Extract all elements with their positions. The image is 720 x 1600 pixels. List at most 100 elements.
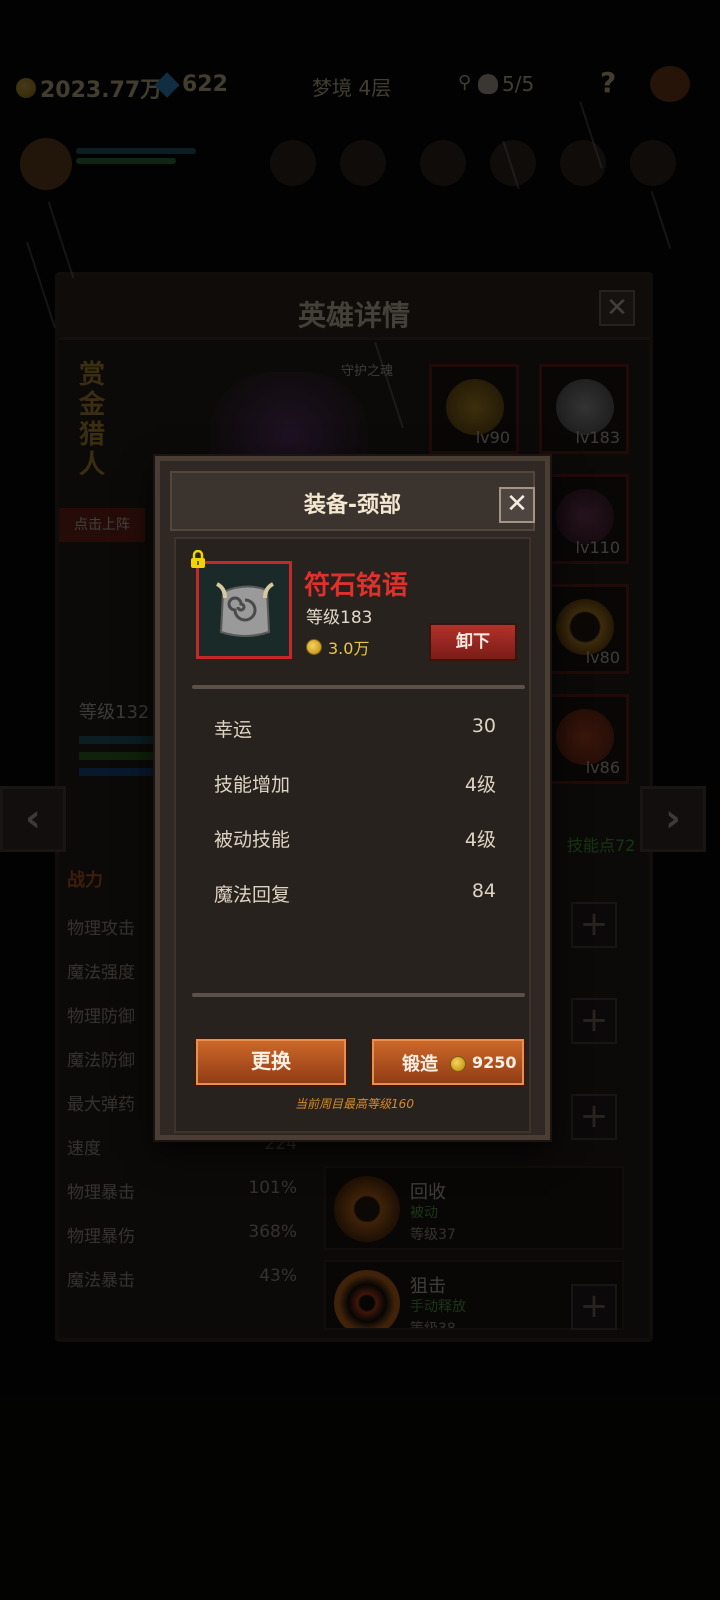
skill-level: 等级37 [410,1227,456,1243]
skill-add-button[interactable]: + [571,1284,617,1330]
forge-label: 锻造 [402,1054,438,1075]
shield-icon[interactable] [490,140,536,186]
skill-name: 狙击 [410,1276,446,1297]
skill-card-recycle[interactable]: 回收 被动 等级37 [324,1166,624,1250]
stat-name: 最大弹药 [67,1095,135,1115]
modal-header: 装备-颈部 ✕ [170,471,535,531]
attribute-row: 被动技能 4级 [214,825,496,855]
menu-icon[interactable] [650,66,690,102]
stat-name: 魔法暴击 [67,1271,135,1291]
gear-icon [334,1176,400,1242]
rain-streak [650,191,672,249]
stat-name: 魔法强度 [67,963,135,983]
stat-name: 速度 [67,1139,101,1159]
equip-slot-feet[interactable]: lv110 [539,474,629,564]
forge-cost: 9250 [472,1053,517,1072]
skull-icon [478,74,498,94]
attribute-name: 技能增加 [214,774,291,796]
swirl-icon[interactable] [340,140,386,186]
hero-detail-header: 英雄详情 ✕ [59,276,649,340]
rain-streak [47,201,75,279]
stat-name: 魔法防御 [67,1051,135,1071]
skill-add-button[interactable]: + [571,998,617,1044]
lock-icon [191,550,205,568]
item-price: 3.0万 [306,635,369,659]
feather-icon[interactable] [270,140,316,186]
equip-slot-ring[interactable]: lv80 [539,584,629,674]
skill-level: 等级38 [410,1321,456,1330]
equip-slot-head[interactable]: lv90 [429,364,519,454]
item-level: 等级183 [306,608,373,628]
skill-name: 回收 [410,1182,446,1203]
stat-name: 物理暴伤 [67,1227,135,1247]
equip-slot-level: lv183 [575,428,620,447]
modal-title: 装备-颈部 [303,493,402,518]
item-icon-frame[interactable] [196,561,292,659]
stat-row: 速度 224 [67,1134,297,1178]
hero-stat-bars [79,736,159,784]
attribute-name: 魔法回复 [214,884,291,906]
attribute-value: 30 [471,715,496,737]
stat-name: 物理防御 [67,1007,135,1027]
equip-slot-level: lv86 [585,758,620,777]
stat-name: 物理暴击 [67,1183,135,1203]
attribute-value: 4级 [464,829,496,851]
skill-add-button[interactable]: + [571,1094,617,1140]
hero-detail-title: 英雄详情 [297,299,410,332]
unequip-button[interactable]: 卸下 [429,623,517,661]
attribute-name: 幸运 [214,719,253,741]
skull-counter: 5/5 [478,72,534,96]
item-name: 符石铭语 [304,571,409,601]
skull-count: 5/5 [502,72,535,96]
divider [192,685,525,689]
max-level-note: 当前周目最高等级160 [295,1097,414,1111]
gold-amount: 2023.77万 [40,78,163,103]
equip-slot-shield[interactable]: lv86 [539,694,629,784]
skill-add-button[interactable]: + [571,902,617,948]
hero-detail-close-button[interactable]: ✕ [599,290,635,326]
dream-level: 梦境 4层 [312,76,392,100]
gem-amount: 622 [182,72,228,97]
equipment-modal: 装备-颈部 ✕ 符石铭语 等级183 3.0万 卸下 幸运 30 技能增加 4级… [155,456,550,1140]
deploy-button[interactable]: 点击上阵 [59,508,145,542]
rune-stone-icon [556,379,614,435]
replace-button[interactable]: 更换 [194,1037,348,1087]
gold-coin-icon [306,639,322,655]
attribute-value: 84 [471,880,496,902]
gold-coin-icon [16,78,36,98]
hero-level: 等级132 [79,702,150,723]
scroll-icon[interactable] [630,140,676,186]
bag-icon[interactable] [420,140,466,186]
stat-value: 368% [248,1222,297,1242]
modal-close-button[interactable]: ✕ [499,487,535,523]
stat-row: 物理暴伤 368% [67,1222,297,1266]
stat-row: 物理暴击 101% [67,1178,297,1222]
divider [192,993,525,997]
attribute-value: 4级 [464,774,496,796]
ring-icon [556,599,614,655]
help-icon[interactable]: ? [600,66,616,99]
hero-status-bars [76,148,206,168]
equip-slot-neck[interactable]: lv183 [539,364,629,454]
stat-row: 魔法暴击 43% [67,1266,297,1310]
modal-body: 符石铭语 等级183 3.0万 卸下 幸运 30 技能增加 4级 被动技能 4级… [174,537,531,1133]
prev-hero-button[interactable]: ‹ [0,786,66,852]
equip-slot-level: lv80 [585,648,620,667]
gem-icon [154,71,180,98]
boot-icon [556,489,614,545]
skill-type: 被动 [410,1205,438,1221]
helmet-icon [446,379,504,435]
skill-points: 技能点72 [567,836,636,855]
stat-value: 101% [248,1178,297,1198]
stat-name: 物理攻击 [67,919,135,939]
hero-name: 赏金猎人 [79,360,106,480]
forge-button[interactable]: 锻造 9250 [370,1037,526,1087]
stat-value: 224 [264,1134,297,1154]
rune-stone-icon [216,582,274,637]
gem-display: 622 [154,71,228,98]
next-hero-button[interactable]: › [640,786,706,852]
gold-coin-icon [450,1056,466,1072]
hero-strip [20,128,700,198]
hero-avatar[interactable] [20,138,72,190]
rain-streak [26,241,56,329]
